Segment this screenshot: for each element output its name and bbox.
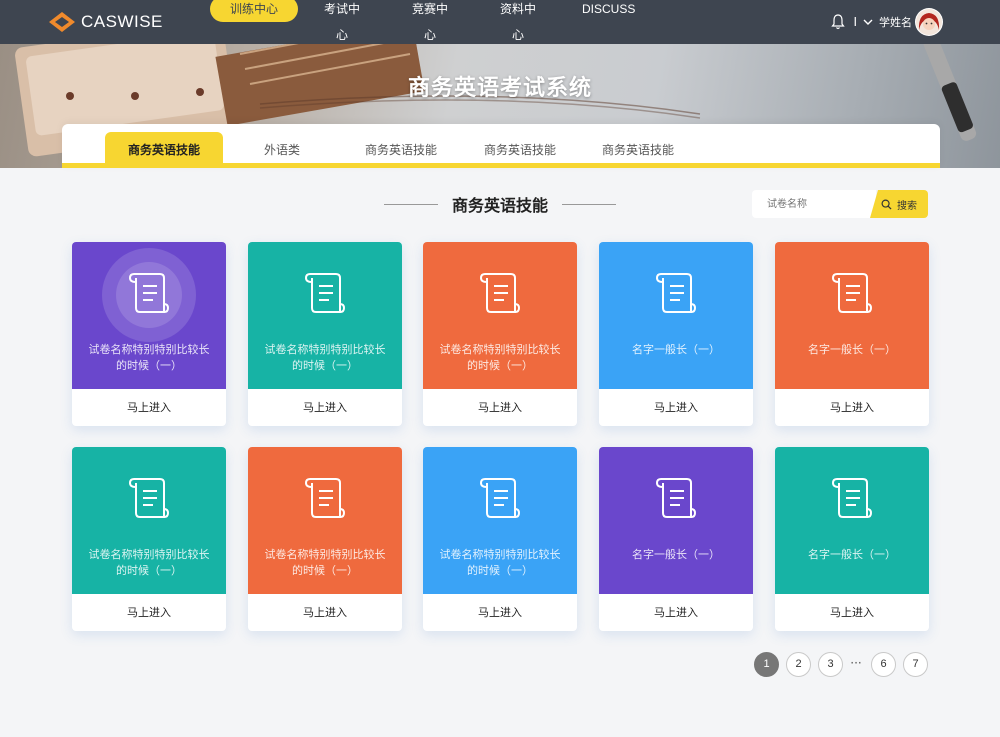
nav-training-center[interactable]: 训练中心: [210, 0, 298, 22]
exam-card[interactable]: 名字一般长（一） 马上进入: [599, 242, 753, 426]
page-button-3[interactable]: 3: [818, 652, 843, 677]
exam-card[interactable]: 试卷名称特别特别比较长的时候（一） 马上进入: [423, 242, 577, 426]
top-navigation-bar: CASWISE 训练中心 考试中心 竞赛中心 资料中心 DISCUSS I 学姓…: [0, 0, 1000, 44]
enter-button[interactable]: 马上进入: [423, 389, 577, 426]
exam-card-title: 试卷名称特别特别比较长的时候（一）: [88, 343, 210, 372]
divider: [383, 203, 438, 205]
section-title: 商务英语技能: [451, 196, 548, 215]
scroll-icon: [479, 475, 521, 521]
exam-card-cover[interactable]: 名字一般长（一）: [775, 242, 929, 389]
exam-card[interactable]: 试卷名称特别特别比较长的时候（一） 马上进入: [423, 447, 577, 631]
exam-card[interactable]: 试卷名称特别特别比较长的时候（一） 马上进入: [248, 447, 402, 631]
exam-card-cover[interactable]: 试卷名称特别特别比较长的时候（一）: [248, 447, 402, 594]
user-name[interactable]: 学姓名: [879, 14, 912, 30]
exam-card-title: 名字一般长（一）: [632, 548, 720, 561]
exam-card-cover[interactable]: 试卷名称特别特别比较长的时候（一）: [423, 447, 577, 594]
exam-card[interactable]: 名字一般长（一） 马上进入: [599, 447, 753, 631]
enter-button[interactable]: 马上进入: [775, 594, 929, 631]
exam-card-cover[interactable]: 名字一般长（一）: [775, 447, 929, 594]
exam-card-title: 名字一般长（一）: [808, 548, 896, 561]
enter-button[interactable]: 马上进入: [599, 594, 753, 631]
page-ellipsis: ···: [850, 656, 862, 670]
avatar-icon: [916, 9, 942, 35]
enter-button[interactable]: 马上进入: [248, 389, 402, 426]
scroll-icon: [128, 475, 170, 521]
exam-card-cover[interactable]: 名字一般长（一）: [599, 242, 753, 389]
search-input[interactable]: [752, 190, 876, 218]
exam-card-cover[interactable]: 试卷名称特别特别比较长的时候（一）: [72, 447, 226, 594]
enter-button[interactable]: 马上进入: [72, 389, 226, 426]
exam-card-title: 名字一般长（一）: [632, 343, 720, 356]
scroll-icon: [128, 270, 170, 316]
scroll-icon: [304, 270, 346, 316]
page-button-2[interactable]: 2: [786, 652, 811, 677]
nav-exam-center[interactable]: 考试中心: [320, 0, 364, 42]
user-area: I 学姓名: [831, 9, 912, 35]
enter-button[interactable]: 马上进入: [775, 389, 929, 426]
exam-card[interactable]: 试卷名称特别特别比较长的时候（一） 马上进入: [248, 242, 402, 426]
banner-title: 商务英语考试系统: [407, 76, 592, 101]
scroll-icon: [655, 270, 697, 316]
tabs-underline: [62, 163, 940, 168]
scroll-icon: [831, 270, 873, 316]
nav-competition-center[interactable]: 竞赛中心: [408, 0, 452, 42]
divider: [562, 203, 616, 205]
nav-discuss[interactable]: DISCUSS: [582, 0, 635, 22]
scroll-icon: [304, 475, 346, 521]
exam-card-title: 试卷名称特别特别比较长的时候（一）: [439, 343, 561, 372]
section-heading: 商务英语技能: [380, 194, 620, 215]
exam-card[interactable]: 试卷名称特别特别比较长的时候（一） 马上进入: [72, 242, 226, 426]
scroll-icon: [831, 475, 873, 521]
exam-card[interactable]: 试卷名称特别特别比较长的时候（一） 马上进入: [72, 447, 226, 631]
exam-card-cover[interactable]: 名字一般长（一）: [599, 447, 753, 594]
logo-text: CASWISE: [81, 12, 163, 31]
enter-button[interactable]: 马上进入: [599, 389, 753, 426]
enter-button[interactable]: 马上进入: [423, 594, 577, 631]
scroll-icon: [655, 475, 697, 521]
search-button-label: 搜索: [897, 200, 917, 212]
exam-card-title: 试卷名称特别特别比较长的时候（一）: [88, 548, 210, 577]
nav-resource-center[interactable]: 资料中心: [496, 0, 540, 42]
search-button[interactable]: 搜索: [870, 190, 928, 218]
caswise-logo-icon: [49, 12, 75, 32]
bell-icon[interactable]: [831, 14, 846, 30]
exam-card-title: 试卷名称特别特别比较长的时候（一）: [264, 548, 386, 577]
user-separator: I: [853, 15, 857, 29]
exam-card[interactable]: 名字一般长（一） 马上进入: [775, 242, 929, 426]
chevron-down-icon[interactable]: [863, 18, 873, 26]
avatar[interactable]: [915, 8, 943, 36]
exam-card-cover[interactable]: 试卷名称特别特别比较长的时候（一）: [72, 242, 226, 389]
page-button-6[interactable]: 6: [871, 652, 896, 677]
logo[interactable]: CASWISE: [49, 12, 163, 32]
exam-card-title: 名字一般长（一）: [808, 343, 896, 356]
exam-card-cover[interactable]: 试卷名称特别特别比较长的时候（一）: [423, 242, 577, 389]
enter-button[interactable]: 马上进入: [248, 594, 402, 631]
page-button-7[interactable]: 7: [903, 652, 928, 677]
category-tabs: 商务英语技能 外语类 商务英语技能 商务英语技能 商务英语技能: [62, 124, 940, 168]
enter-button[interactable]: 马上进入: [72, 594, 226, 631]
scroll-icon: [479, 270, 521, 316]
search-icon: [881, 199, 892, 210]
search-box: 搜索: [752, 190, 928, 218]
exam-card-title: 试卷名称特别特别比较长的时候（一）: [439, 548, 561, 577]
page-button-1[interactable]: 1: [754, 652, 779, 677]
exam-card-cover[interactable]: 试卷名称特别特别比较长的时候（一）: [248, 242, 402, 389]
exam-card-title: 试卷名称特别特别比较长的时候（一）: [264, 343, 386, 372]
exam-card[interactable]: 名字一般长（一） 马上进入: [775, 447, 929, 631]
